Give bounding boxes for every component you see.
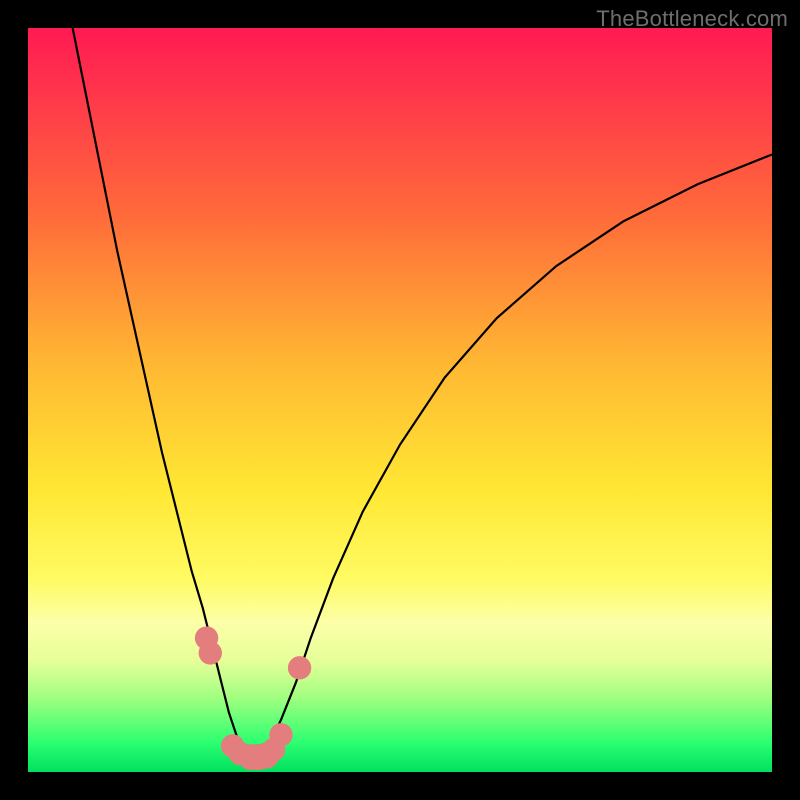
bottleneck-chart-svg <box>28 28 772 772</box>
curve-marker <box>288 656 311 679</box>
bottleneck-curve <box>73 28 772 761</box>
curve-marker <box>199 641 222 664</box>
chart-frame <box>28 28 772 772</box>
curve-marker <box>269 723 292 746</box>
curve-markers <box>195 626 311 770</box>
watermark-text: TheBottleneck.com <box>596 6 788 32</box>
